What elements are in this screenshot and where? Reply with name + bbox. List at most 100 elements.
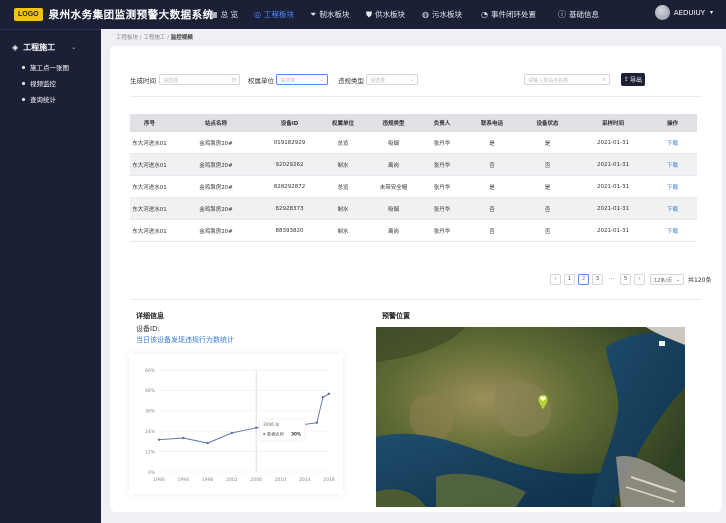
nav-item-engineering[interactable]: ◎ 工程板块 (254, 0, 310, 29)
nav-item-sewage[interactable]: ◍ 污水板块 (422, 0, 481, 29)
download-link[interactable]: 下载 (648, 139, 697, 147)
funnel-icon: ⏷ (310, 9, 317, 19)
table-row: 东大河进水01 金鸡泵房20# 019182929 总览 吸烟 张丹华 是 是 … (130, 132, 697, 154)
nav-label: 工程板块 (263, 10, 294, 19)
nav-item-event-handling[interactable]: ◔ 事件闭环处置 (481, 0, 558, 29)
nav-item-water-supply[interactable]: ⛊ 供水板块 (366, 0, 422, 29)
data-point (327, 392, 331, 395)
breadcrumb-current: 监控视频 (170, 35, 193, 41)
warning-location-map[interactable] (376, 327, 685, 507)
download-link[interactable]: 下载 (648, 161, 697, 169)
cell-unit: 总览 (337, 140, 349, 147)
bullet-icon (22, 97, 25, 101)
tooltip-title: 2006 年 (263, 421, 279, 428)
bullet-icon (22, 81, 25, 85)
page-button-current[interactable]: 2 (578, 273, 589, 285)
main-panel: 生成时间 请选择 ◷ 权属单位 请选择 ⌄ 违规类型 请选择 ⌄ 请输入泵站点名… (110, 46, 722, 512)
total-count: 共120条 (688, 276, 712, 284)
export-button[interactable]: ⇪ 导出 (621, 73, 645, 86)
prev-page-button[interactable]: ‹ (550, 273, 561, 285)
cell-device-id: 82928373 (275, 205, 304, 212)
main-nav: ▦ 总 览 ◎ 工程板块 ⏷ 制水板块 ⛊ 供水板块 ◍ 污水板块 ◔ 事件闭环处置 ⓘ 基础… (210, 0, 618, 29)
nav-item-water-production[interactable]: ⏷ 制水板块 (310, 0, 366, 29)
cell-time: 2021-01-31 (597, 183, 629, 190)
chevron-right-icon: › (638, 276, 641, 282)
chevron-down-icon: ⌄ (409, 77, 414, 83)
cell-phone: 否 (489, 162, 495, 169)
map-title: 预警位置 (382, 312, 410, 320)
data-point (230, 431, 234, 435)
breadcrumb-item[interactable]: 工程施工 (143, 35, 165, 41)
data-point (315, 421, 319, 424)
detail-title: 详细信息 (136, 312, 164, 320)
x-tick-label: 2002 (226, 477, 238, 483)
download-link[interactable]: 下载 (648, 227, 697, 235)
nav-label: 事件闭环处置 (490, 10, 536, 19)
download-link[interactable]: 下载 (648, 183, 697, 191)
tooltip-label: 数据名称 (267, 431, 284, 438)
sidebar-group-construction[interactable]: ◈ 工程施工 ⌄ (12, 42, 101, 53)
violation-stats-link[interactable]: 当日该设备发现违规行为数统计 (136, 335, 234, 345)
nav-item-basic-info[interactable]: ⓘ 基础信息 (558, 0, 618, 29)
search-input[interactable]: 请输入泵站点名称 ⌕ (524, 74, 610, 85)
sidebar-item-video-monitor[interactable]: 视频监控 (22, 78, 101, 88)
data-point (157, 438, 161, 441)
divider (130, 299, 702, 300)
nav-label: 制水板块 (319, 10, 350, 19)
x-tick-label: 2018 (323, 477, 335, 483)
page-button[interactable]: 1 (564, 273, 575, 285)
cell-unit: 总览 (337, 184, 349, 191)
cell-owner: 张丹华 (433, 206, 451, 213)
nav-item-overview[interactable]: ▦ 总 览 (210, 0, 254, 29)
y-tick-label: 48% (145, 388, 156, 394)
line-chart: 0% 12% 24% 36% 48% 60% 1990 1994 1998 2002 2006 201… (145, 368, 335, 483)
page-button[interactable]: 5 (620, 273, 631, 285)
cell-time: 2021-01-31 (597, 227, 629, 234)
clock-icon: ◷ (231, 77, 236, 83)
cell-site: 金鸡泵房20# (199, 184, 233, 191)
next-page-button[interactable]: › (634, 273, 645, 285)
cell-unit: 制水 (337, 162, 349, 169)
x-tick-label: 1990 (153, 477, 165, 483)
grid-icon: ▦ (210, 10, 218, 19)
unit-filter-select[interactable]: 请选择 ⌄ (276, 74, 328, 85)
filter-row: 生成时间 请选择 ◷ 权属单位 请选择 ⌄ 违规类型 请选择 ⌄ 请输入泵站点名… (110, 73, 722, 88)
content-area: 工程板块 / 工程施工 / 监控视频 生成时间 请选择 ◷ 权属单位 请选择 ⌄… (101, 29, 726, 523)
table-row: 东大河进水01 金鸡泵房20# 82928373 制水 吸烟 张丹华 否 否 2… (130, 198, 697, 220)
chevron-left-icon: ‹ (554, 276, 557, 282)
y-tick-label: 60% (145, 368, 156, 374)
sidebar-item-site-map[interactable]: 施工点一张图 (22, 62, 101, 72)
col-header: 序号 (143, 121, 155, 127)
user-menu[interactable]: AEDUIUY ▾ (654, 5, 713, 20)
table-row: 东大河进水01 金鸡泵房20# 828292872 总览 未带安全帽 张丹华 是… (130, 176, 697, 198)
time-filter-input[interactable]: 请选择 ◷ (159, 74, 240, 85)
sidebar-item-query-stats[interactable]: 查询统计 (22, 94, 101, 104)
cell-violation: 未带安全帽 (379, 184, 408, 191)
y-tick-label: 24% (145, 429, 156, 435)
app-title: 泉州水务集团监测预警大数据系统 (48, 9, 214, 21)
y-tick-label: 12% (145, 449, 156, 455)
sidebar-item-label: 施工点一张图 (30, 64, 69, 72)
y-tick-label: 36% (145, 409, 156, 415)
type-filter-label: 违规类型 (338, 77, 364, 85)
page-size-select[interactable]: 12条/页 ⌄ (650, 273, 684, 285)
cell-status: 是 (544, 184, 551, 191)
bullet-icon (22, 65, 25, 69)
cell-seq: 东大河进水01 (132, 228, 167, 235)
col-header: 操作 (666, 121, 678, 127)
type-filter-select[interactable]: 请选择 ⌄ (366, 74, 418, 85)
diamond-icon: ◈ (12, 43, 19, 52)
nav-label: 污水板块 (431, 10, 462, 19)
cell-device-id: 88393820 (275, 227, 304, 234)
download-link[interactable]: 下载 (648, 205, 697, 213)
page-button[interactable]: 3 (592, 273, 603, 285)
breadcrumb-item[interactable]: 工程板块 (116, 35, 138, 41)
cell-time: 2021-01-31 (597, 205, 629, 212)
page-ellipsis[interactable]: ··· (606, 273, 617, 285)
chevron-down-icon: ▾ (709, 9, 713, 16)
search-icon: ⌕ (602, 76, 606, 83)
cell-seq: 东大河进水01 (132, 184, 167, 191)
cell-phone: 是 (489, 140, 495, 147)
faucet-icon: ⛊ (366, 9, 372, 19)
satellite-map (376, 327, 685, 507)
